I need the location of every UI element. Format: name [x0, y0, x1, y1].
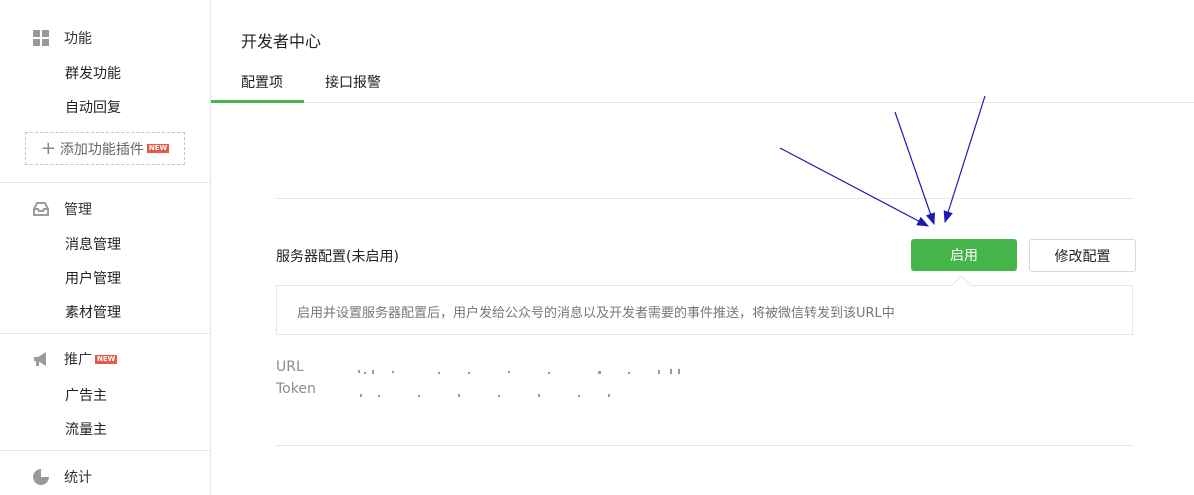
annotation-arrows	[779, 95, 986, 227]
annotation-arrow	[894, 111, 935, 226]
annotation-arrow	[943, 95, 986, 224]
annotation-arrow	[779, 147, 930, 227]
